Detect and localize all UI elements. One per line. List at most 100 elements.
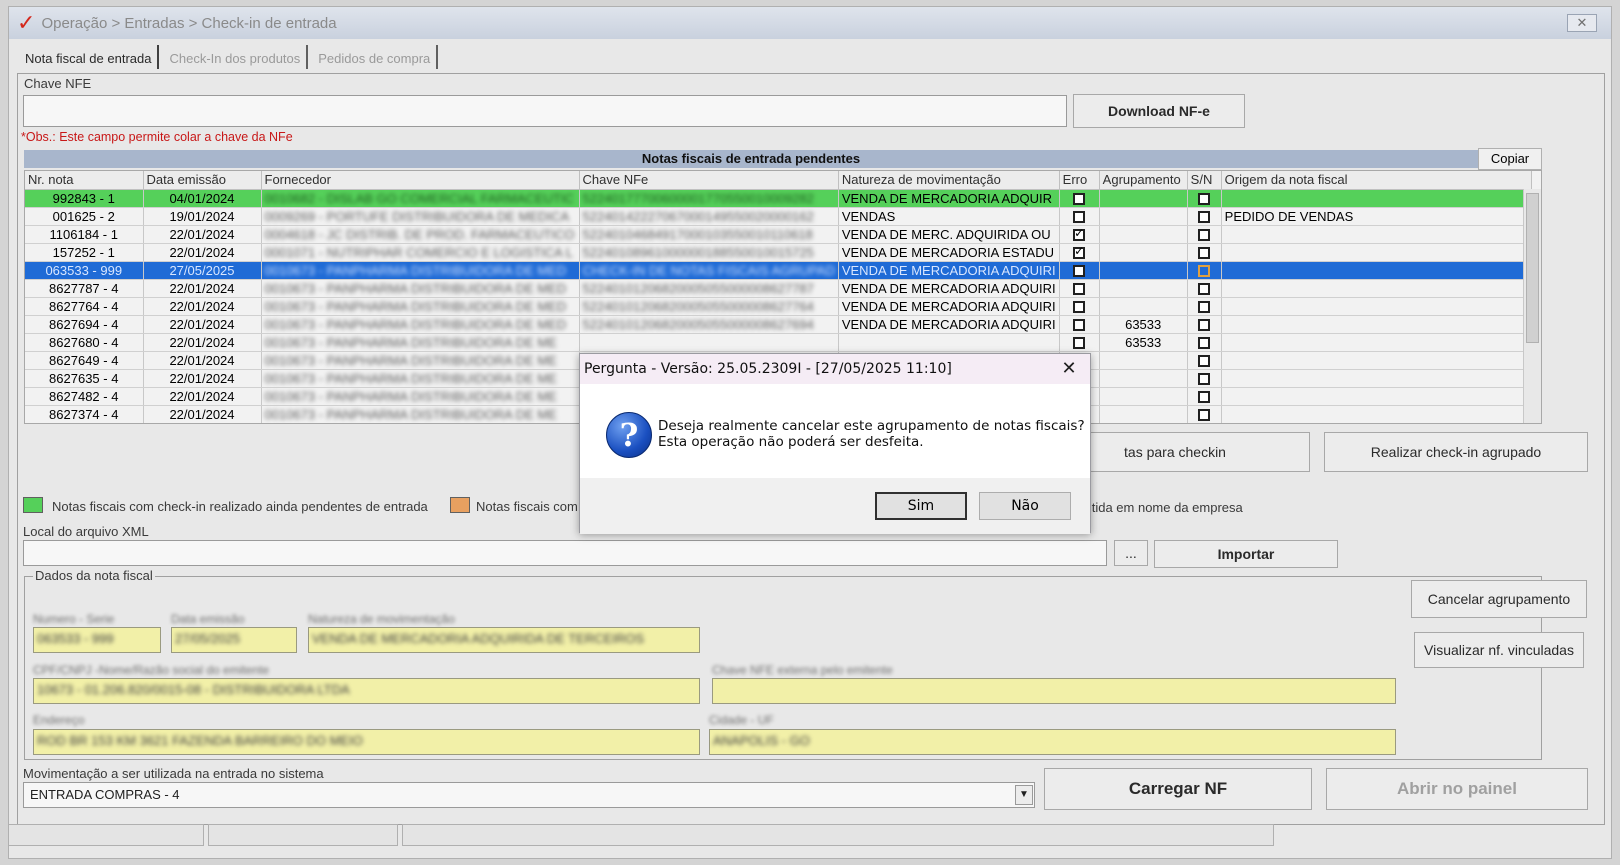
erro-checkbox[interactable] [1073,301,1086,314]
invoice-data-title: Dados da nota fiscal [33,568,155,583]
copy-button[interactable]: Copiar [1478,148,1542,170]
col-erro[interactable]: Erro [1059,171,1100,190]
table-row[interactable]: 1106184 - 1 22/01/2024 0004618 - JC DISTRI… [25,225,1532,244]
col-chave-nfe[interactable]: Chave NFe [579,171,839,190]
cancelar-agrupamento-button[interactable]: Cancelar agrupamento [1411,580,1587,618]
sn-checkbox[interactable] [1198,409,1211,422]
dialog-message-line2: Esta operação não poderá ser desfeita. [658,434,924,450]
sn-checkbox[interactable] [1198,265,1211,278]
sn-checkbox[interactable] [1198,211,1211,224]
cell-fornecedor-text: 0010673 - PANPHARMA DISTRIBUIDORA DE ME [264,388,557,404]
cell-natureza: VENDAS [838,207,1060,226]
erro-checkbox[interactable] [1073,211,1086,224]
cell-origem [1221,261,1532,280]
col-natureza[interactable]: Natureza de movimentação [838,171,1060,190]
cell-origem [1221,279,1532,298]
checkin-agrupado-button[interactable]: Realizar check-in agrupado [1324,432,1588,472]
cell-chave-text: 52240101206820005055000008627764 [582,298,814,314]
cell-agrupamento [1099,369,1188,388]
legend-third-label: mitida em nome da empresa [1078,500,1243,515]
dropdown-arrow-icon[interactable]: ▼ [1015,785,1033,805]
col-origem[interactable]: Origem da nota fiscal [1221,171,1532,190]
col-data-emissao[interactable]: Data emissão [143,171,262,190]
table-row[interactable]: 8627680 - 4 22/01/2024 0010673 - PANPHARMA… [25,333,1532,352]
cell-erro [1059,315,1100,334]
col-agrupamento[interactable]: Agrupamento [1099,171,1188,190]
import-button[interactable]: Importar [1154,540,1338,568]
numero-serie-field: 063533 - 999 [33,627,161,653]
cell-fornecedor-text: 0010673 - PANPHARMA DISTRIBUIDORA DE MED [264,262,567,278]
cell-data-emissao: 22/01/2024 [143,369,262,388]
table-row[interactable]: 157252 - 1 22/01/2024 0001071 - NUTRIPHAR … [25,243,1532,262]
xml-path-input[interactable] [23,540,1107,566]
cell-agrupamento: 63533 [1099,333,1188,352]
sn-checkbox[interactable] [1198,283,1211,296]
sn-checkbox[interactable] [1198,193,1211,206]
dialog-no-button[interactable]: Não [979,492,1071,520]
erro-checkbox[interactable] [1073,265,1086,278]
status-bar [8,824,1278,848]
cell-chave-text: 52240101206820005055000008627694 [582,316,814,332]
cell-natureza: VENDA DE MERCADORIA ADQUIRI [838,315,1060,334]
erro-checkbox[interactable] [1073,244,1086,260]
col-fornecedor[interactable]: Fornecedor [261,171,580,190]
cell-erro [1059,297,1100,316]
visualizar-nf-vinculadas-button[interactable]: Visualizar nf. vinculadas [1414,632,1584,668]
col-sn[interactable]: S/N [1187,171,1222,190]
table-row[interactable]: 8627764 - 4 22/01/2024 0010673 - PANPHARMA… [25,297,1532,316]
erro-checkbox[interactable] [1073,319,1086,332]
col-nr-nota[interactable]: Nr. nota [25,171,144,190]
sn-checkbox[interactable] [1198,391,1211,404]
chave-nfe-input[interactable] [23,95,1067,127]
table-row[interactable]: 001625 - 2 19/01/2024 0009269 - PORTUFE DI… [25,207,1532,226]
dialog-yes-button[interactable]: Sim [875,492,967,520]
table-row[interactable]: 992843 - 1 04/01/2024 0010682 - DISLAB GO … [25,189,1532,208]
sn-checkbox[interactable] [1198,319,1211,332]
window-close-button[interactable]: ✕ [1567,14,1597,32]
cell-erro [1059,261,1100,280]
download-nfe-button[interactable]: Download NF-e [1073,94,1245,128]
cell-fornecedor: 0010673 - PANPHARMA DISTRIBUIDORA DE ME [261,333,580,352]
dialog-body: ? Deseja realmente cancelar este agrupam… [580,384,1090,478]
table-row[interactable]: 8627787 - 4 22/01/2024 0010673 - PANPHARMA… [25,279,1532,298]
cell-agrupamento [1099,261,1188,280]
sn-checkbox[interactable] [1198,301,1211,314]
dialog-close-icon[interactable]: ✕ [1058,358,1080,380]
cell-erro [1059,279,1100,298]
xml-browse-button[interactable]: ... [1114,540,1148,566]
cell-natureza: VENDA DE MERCADORIA ADQUIRI [838,297,1060,316]
sn-checkbox[interactable] [1198,229,1211,242]
cell-fornecedor: 0010673 - PANPHARMA DISTRIBUIDORA DE ME [261,369,580,388]
numero-serie-label: Numero - Serie [33,612,115,626]
erro-checkbox[interactable] [1073,283,1086,296]
erro-checkbox[interactable] [1073,226,1086,242]
sn-checkbox[interactable] [1198,337,1211,350]
grid-vertical-scrollbar[interactable] [1523,189,1541,423]
cell-chave-text: 52240101206820005055000008627787 [582,280,814,296]
dialog-message: Deseja realmente cancelar este agrupamen… [658,418,1085,450]
cell-fornecedor: 0001071 - NUTRIPHAR COMERCIO E LOGISTICA… [261,243,580,262]
grid-scroll-thumb[interactable] [1526,193,1539,343]
table-row[interactable]: 8627694 - 4 22/01/2024 0010673 - PANPHARMA… [25,315,1532,334]
cell-fornecedor: 0010673 - PANPHARMA DISTRIBUIDORA DE MED [261,279,580,298]
tab-nota-fiscal-entrada[interactable]: Nota fiscal de entrada [19,45,160,69]
cell-data-emissao: 22/01/2024 [143,333,262,352]
erro-checkbox[interactable] [1073,193,1086,206]
title-bar: ✓ Operação > Entradas > Check-in de entr… [9,7,1611,39]
table-row[interactable]: 063533 - 999 27/05/2025 0010673 - PANPHARM… [25,261,1532,280]
sn-checkbox[interactable] [1198,373,1211,386]
sn-checkbox[interactable] [1198,355,1211,368]
cell-agrupamento [1099,279,1188,298]
carregar-nf-button[interactable]: Carregar NF [1044,768,1312,810]
chave-nfe-label: Chave NFE [24,76,92,91]
cell-natureza: VENDA DE MERC. ADQUIRIDA OU [838,225,1060,244]
tab-pedidos-compra[interactable]: Pedidos de compra [312,45,439,69]
cell-origem [1221,315,1532,334]
tab-checkin-produtos[interactable]: Check-In dos produtos [163,45,309,69]
movimentacao-select[interactable]: ENTRADA COMPRAS - 4 ▼ [23,782,1035,808]
grid-title: Notas fiscais de entrada pendentes [24,150,1478,168]
cell-data-emissao: 22/01/2024 [143,279,262,298]
erro-checkbox[interactable] [1073,337,1086,350]
cell-chave-nfe: 52240104684917000103550010110618 [579,225,839,244]
sn-checkbox[interactable] [1198,247,1211,260]
